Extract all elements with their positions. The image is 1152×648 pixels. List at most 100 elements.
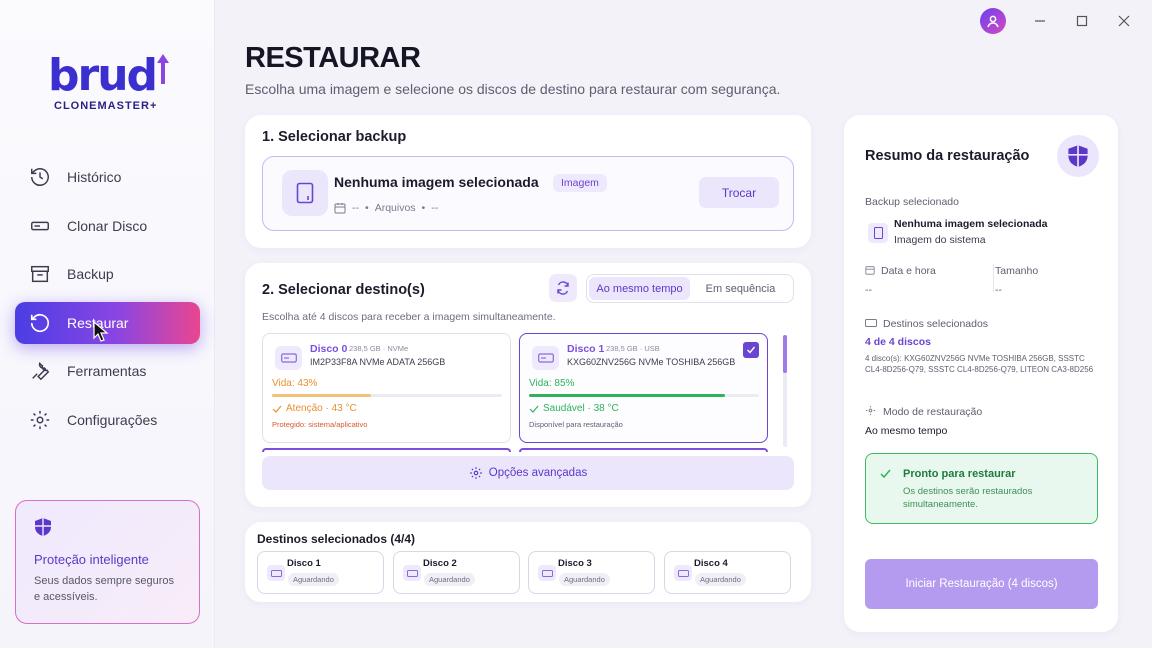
disk-life: Vida: 85% bbox=[529, 378, 575, 389]
history-icon bbox=[31, 168, 49, 186]
gear-icon bbox=[469, 467, 482, 479]
nav-item-configuracoes[interactable]: Configurações bbox=[15, 399, 200, 441]
destination-status: Aguardando bbox=[695, 573, 746, 586]
nav-label: Backup bbox=[67, 266, 114, 282]
advanced-options-button[interactable]: Opções avançadas bbox=[262, 456, 794, 490]
disk-status: Saudável · 38 °C bbox=[529, 403, 619, 414]
life-bar-fill bbox=[529, 394, 725, 397]
start-restore-button[interactable]: Iniciar Restauração (4 discos) bbox=[865, 559, 1098, 609]
file-icon bbox=[282, 170, 328, 216]
page-title: RESTAURAR bbox=[245, 42, 421, 74]
destination-item[interactable]: Disco 4 Aguardando bbox=[664, 551, 791, 594]
date-value: -- bbox=[865, 284, 872, 296]
disk-icon bbox=[532, 346, 559, 370]
mouse-cursor-icon bbox=[93, 320, 109, 342]
destination-name: Disco 4 bbox=[694, 558, 728, 569]
disk-icon bbox=[275, 346, 302, 370]
nav-item-backup[interactable]: Backup bbox=[15, 253, 200, 295]
promo-title: Proteção inteligente bbox=[34, 552, 149, 567]
destination-name: Disco 2 bbox=[423, 558, 457, 569]
archive-icon bbox=[31, 265, 49, 283]
destinations-label: Destinos selecionados bbox=[883, 318, 989, 330]
check-icon bbox=[880, 469, 891, 479]
destination-item[interactable]: Disco 2 Aguardando bbox=[393, 551, 520, 594]
nav-item-historico[interactable]: Histórico bbox=[15, 156, 200, 198]
select-backup-card: 1. Selecionar backup Nenhuma imagem sele… bbox=[245, 115, 811, 248]
calendar-icon bbox=[865, 266, 875, 275]
backup-meta: -- • Arquivos • -- bbox=[334, 202, 438, 214]
nav-label: Configurações bbox=[67, 411, 158, 428]
restore-mode-toggle: Ao mesmo tempo Em sequência bbox=[586, 274, 794, 303]
summary-title: Resumo da restauração bbox=[865, 148, 1030, 164]
select-destination-card: 2. Selecionar destino(s) Ao mesmo tempo … bbox=[245, 263, 811, 507]
life-bar bbox=[529, 394, 759, 397]
disk-icon bbox=[538, 565, 556, 581]
minimize-icon[interactable] bbox=[1032, 13, 1048, 29]
destinations-count: 4 de 4 discos bbox=[865, 336, 931, 348]
disk-icon bbox=[403, 565, 421, 581]
disk-name: Disco 1 bbox=[567, 343, 605, 355]
destination-hint: Escolha até 4 discos para receber a imag… bbox=[262, 311, 556, 323]
nav-item-clonar-disco[interactable]: Clonar Disco bbox=[15, 205, 200, 247]
calendar-icon bbox=[334, 203, 346, 214]
maximize-icon[interactable] bbox=[1074, 13, 1090, 29]
nav-label: Clonar Disco bbox=[67, 217, 148, 234]
destination-item[interactable]: Disco 1 Aguardando bbox=[257, 551, 384, 594]
destination-item[interactable]: Disco 3 Aguardando bbox=[528, 551, 655, 594]
disk-card-0[interactable]: Disco 0 238,5 GB · NVMe IM2P33F8A NVMe A… bbox=[262, 333, 511, 443]
selected-checkbox[interactable] bbox=[743, 342, 759, 358]
mode-option-sequential[interactable]: Em sequência bbox=[690, 277, 791, 300]
backup-selector[interactable]: Nenhuma imagem selecionada Imagem -- • A… bbox=[262, 156, 794, 231]
wrench-icon bbox=[32, 362, 50, 381]
summary-backup-name: Nenhuma imagem selecionada bbox=[894, 218, 1048, 230]
restore-icon bbox=[30, 313, 50, 332]
life-bar bbox=[272, 394, 502, 397]
image-type-badge: Imagem bbox=[553, 174, 607, 192]
size-label: Tamanho bbox=[995, 265, 1039, 277]
shield-icon bbox=[35, 518, 51, 536]
logo-wordmark: brud bbox=[48, 50, 158, 101]
change-backup-button[interactable]: Trocar bbox=[699, 177, 779, 208]
mode-option-simultaneous[interactable]: Ao mesmo tempo bbox=[589, 277, 690, 300]
section-title: 2. Selecionar destino(s) bbox=[262, 282, 425, 298]
disk-icon bbox=[31, 221, 49, 230]
date-label: Data e hora bbox=[881, 265, 936, 277]
disk-icon bbox=[865, 319, 877, 327]
file-icon bbox=[868, 223, 888, 243]
summary-backup-type: Imagem do sistema bbox=[894, 234, 986, 246]
disk-note: Protegido: sistema/aplicativo bbox=[272, 420, 368, 429]
life-bar-fill bbox=[272, 394, 371, 397]
nav-item-ferramentas[interactable]: Ferramentas bbox=[15, 350, 200, 392]
disk-spec: 238,5 GB · NVMe bbox=[349, 344, 409, 353]
logo-tagline: CLONEMASTER+ bbox=[54, 100, 158, 112]
scrollbar-thumb[interactable] bbox=[783, 335, 787, 373]
disk-status: Atenção · 43 °C bbox=[272, 403, 357, 414]
refresh-icon[interactable] bbox=[549, 274, 577, 302]
backup-image-name: Nenhuma imagem selecionada bbox=[334, 174, 539, 190]
disk-card-peek bbox=[262, 448, 511, 452]
disk-card-1[interactable]: Disco 1 238,5 GB · USB KXG60ZNV256G NVMe… bbox=[519, 333, 768, 443]
disk-note: Disponível para restauração bbox=[529, 420, 623, 429]
restore-summary-panel: Resumo da restauração Backup selecionado… bbox=[844, 115, 1118, 632]
user-avatar-icon[interactable] bbox=[980, 8, 1006, 34]
divider bbox=[993, 264, 994, 292]
disk-icon bbox=[267, 565, 285, 581]
section-title: Destinos selecionados (4/4) bbox=[257, 532, 416, 546]
ready-text: Os destinos serão restaurados simultanea… bbox=[903, 486, 1033, 510]
backup-files: Arquivos bbox=[374, 202, 416, 214]
backup-label: Backup selecionado bbox=[865, 196, 959, 208]
disk-name: Disco 0 bbox=[310, 343, 348, 355]
nav-label: Histórico bbox=[67, 169, 122, 185]
backup-size: -- bbox=[431, 202, 439, 214]
destination-name: Disco 1 bbox=[287, 558, 321, 569]
destination-status: Aguardando bbox=[559, 573, 610, 586]
disk-life: Vida: 43% bbox=[272, 378, 318, 389]
selected-destinations-card: Destinos selecionados (4/4) Disco 1 Agua… bbox=[245, 522, 811, 602]
ready-status: Pronto para restaurar Os destinos serão … bbox=[865, 453, 1098, 524]
ready-title: Pronto para restaurar bbox=[903, 468, 1016, 480]
promo-text: Seus dados sempre seguros e acessíveis. bbox=[34, 575, 175, 603]
close-icon[interactable] bbox=[1116, 13, 1132, 29]
nav-label: Ferramentas bbox=[67, 363, 147, 379]
size-value: -- bbox=[995, 284, 1002, 296]
shield-icon bbox=[1057, 135, 1099, 177]
